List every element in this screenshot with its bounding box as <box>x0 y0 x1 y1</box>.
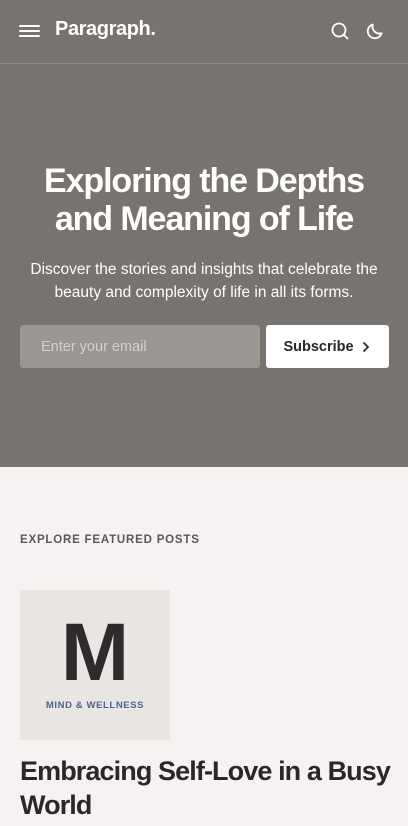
hero-section: Exploring the Depths and Meaning of Life… <box>0 64 408 467</box>
moon-icon[interactable] <box>365 21 385 41</box>
post-category: MIND & WELLNESS <box>45 700 145 711</box>
subscribe-label: Subscribe <box>283 338 354 355</box>
featured-post-thumbnail[interactable]: M MIND & WELLNESS <box>20 590 170 740</box>
hero-subtitle: Discover the stories and insights that c… <box>30 261 378 301</box>
search-icon[interactable] <box>330 21 350 41</box>
featured-section-label: EXPLORE FEATURED POSTS <box>20 534 200 546</box>
chevron-right-icon <box>362 341 369 352</box>
subscribe-button[interactable]: Subscribe <box>266 325 389 368</box>
hero-title: Exploring the Depths and Meaning of Life <box>44 162 365 238</box>
site-header: Paragraph. <box>0 0 408 64</box>
email-input[interactable] <box>20 325 260 368</box>
featured-post-title[interactable]: Embracing Self-Love in a Busy World <box>20 754 391 822</box>
hamburger-menu-icon[interactable] <box>19 22 41 40</box>
site-logo[interactable]: Paragraph. <box>55 18 156 41</box>
thumbnail-letter: M <box>60 607 130 698</box>
